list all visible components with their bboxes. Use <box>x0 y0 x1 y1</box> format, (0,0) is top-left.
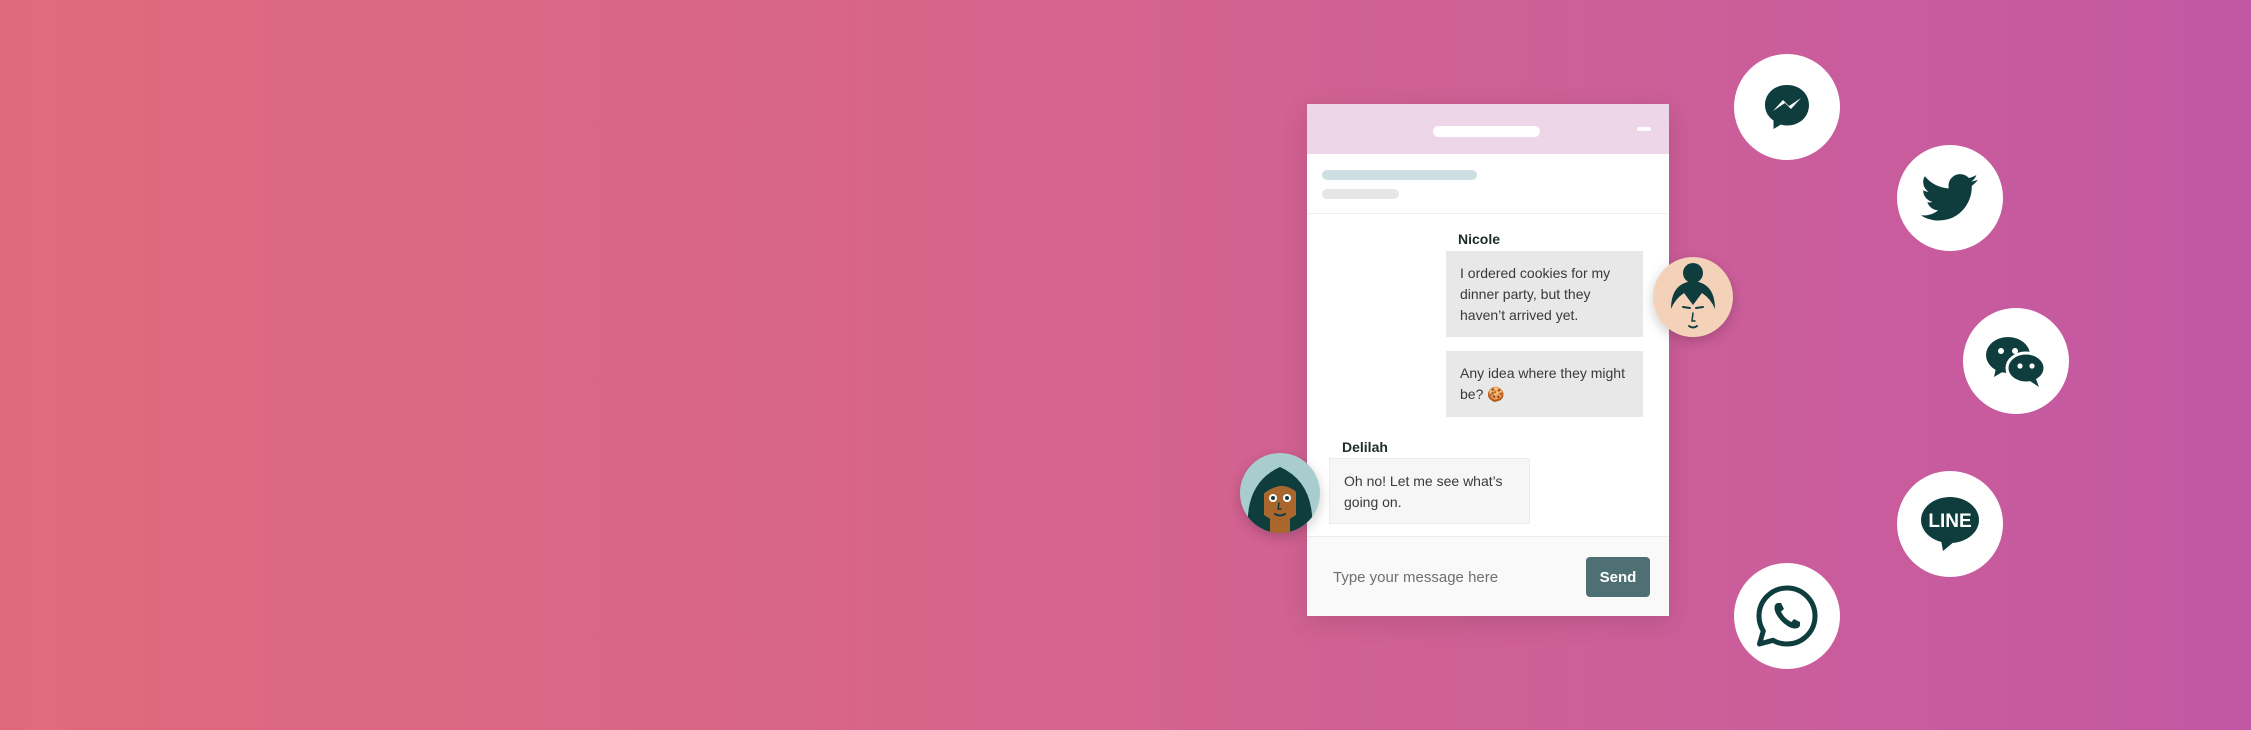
conversation-subinfo-placeholder <box>1322 189 1399 199</box>
avatar-nicole-illustration <box>1653 257 1733 337</box>
conversation-info-placeholder <box>1322 170 1477 180</box>
sender-name-delilah: Delilah <box>1342 439 1388 455</box>
chat-widget: Nicole I ordered cookies for my dinner p… <box>1307 104 1669 616</box>
header-title-placeholder <box>1433 126 1540 137</box>
messenger-icon <box>1765 85 1809 129</box>
message-bubble-incoming: Oh no! Let me see what’s going on. <box>1329 458 1530 524</box>
channel-twitter[interactable] <box>1897 145 2003 251</box>
message-bubble-outgoing: Any idea where they might be? 🍪 <box>1446 351 1643 417</box>
message-composer: Send <box>1307 536 1669 616</box>
line-label: LINE <box>1928 511 1971 532</box>
message-bubble-outgoing: I ordered cookies for my dinner party, b… <box>1446 251 1643 337</box>
channel-wechat[interactable] <box>1963 308 2069 414</box>
channel-messenger[interactable] <box>1734 54 1840 160</box>
minimize-button[interactable] <box>1637 127 1651 131</box>
divider <box>1307 213 1669 214</box>
channel-line[interactable]: LINE <box>1897 471 2003 577</box>
channel-whatsapp[interactable] <box>1734 563 1840 669</box>
avatar-delilah <box>1240 453 1320 533</box>
twitter-icon <box>1921 174 1979 221</box>
line-icon: LINE <box>1921 497 1979 551</box>
message-input[interactable] <box>1333 557 1563 597</box>
whatsapp-icon <box>1756 585 1818 647</box>
widget-header <box>1307 104 1669 154</box>
avatar-delilah-illustration <box>1240 453 1320 533</box>
wechat-icon <box>1986 337 2047 387</box>
avatar-nicole <box>1653 257 1733 337</box>
send-button[interactable]: Send <box>1586 557 1650 597</box>
sender-name-nicole: Nicole <box>1458 231 1501 247</box>
